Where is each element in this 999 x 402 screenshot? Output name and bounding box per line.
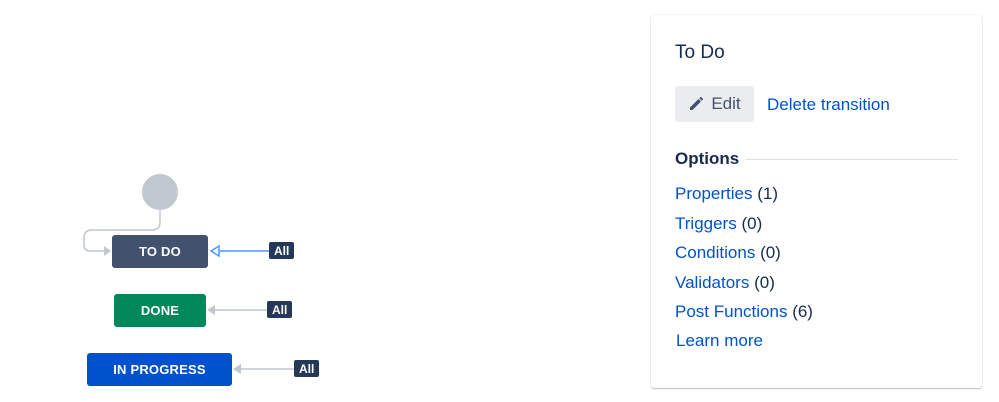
option-post-functions: Post Functions (6) xyxy=(675,302,813,322)
edit-button-label: Edit xyxy=(711,94,741,113)
validators-link[interactable]: Validators xyxy=(675,273,749,292)
option-validators: Validators (0) xyxy=(675,273,775,293)
triggers-link[interactable]: Triggers xyxy=(675,214,737,233)
validators-count: (0) xyxy=(754,273,775,292)
option-conditions: Conditions (0) xyxy=(675,243,781,263)
conditions-count: (0) xyxy=(760,243,781,262)
edit-button[interactable]: Edit xyxy=(675,86,754,122)
all-transition-badge-inprogress[interactable]: All xyxy=(294,360,320,377)
status-in-progress[interactable]: IN PROGRESS xyxy=(87,353,232,386)
properties-count: (1) xyxy=(757,184,778,203)
pencil-icon xyxy=(688,96,704,112)
properties-link[interactable]: Properties xyxy=(675,184,752,203)
option-properties: Properties (1) xyxy=(675,184,778,204)
initial-node[interactable] xyxy=(142,174,178,210)
transition-panel: To Do Edit Delete transition Options Pro… xyxy=(651,15,982,388)
options-heading-label: Options xyxy=(675,149,740,168)
transition-arrow-done xyxy=(207,305,215,315)
panel-title: To Do xyxy=(675,42,725,63)
status-in-progress-label: IN PROGRESS xyxy=(113,362,206,377)
status-todo[interactable]: TO DO xyxy=(112,235,208,268)
option-triggers: Triggers (0) xyxy=(675,214,762,234)
options-divider xyxy=(745,158,958,160)
transition-arrow-todo xyxy=(209,244,220,258)
status-done-label: DONE xyxy=(140,303,180,318)
status-todo-label: TO DO xyxy=(139,244,181,259)
transition-arrow-inprogress xyxy=(233,364,241,374)
post-functions-count: (6) xyxy=(792,302,813,321)
delete-transition-link[interactable]: Delete transition xyxy=(767,95,890,115)
status-done[interactable]: DONE xyxy=(114,294,206,327)
connectors xyxy=(83,210,294,374)
options-heading: Options xyxy=(675,149,958,169)
all-transition-badge-done[interactable]: All xyxy=(267,301,293,318)
post-functions-link[interactable]: Post Functions xyxy=(675,302,787,321)
conditions-link[interactable]: Conditions xyxy=(675,243,755,262)
initial-connector-arrow xyxy=(104,246,111,256)
triggers-count: (0) xyxy=(741,214,763,233)
all-transition-badge-todo[interactable]: All xyxy=(269,242,295,259)
learn-more-link[interactable]: Learn more xyxy=(676,331,763,351)
workflow-canvas: TO DO DONE IN PROGRESS All All All xyxy=(0,0,640,402)
